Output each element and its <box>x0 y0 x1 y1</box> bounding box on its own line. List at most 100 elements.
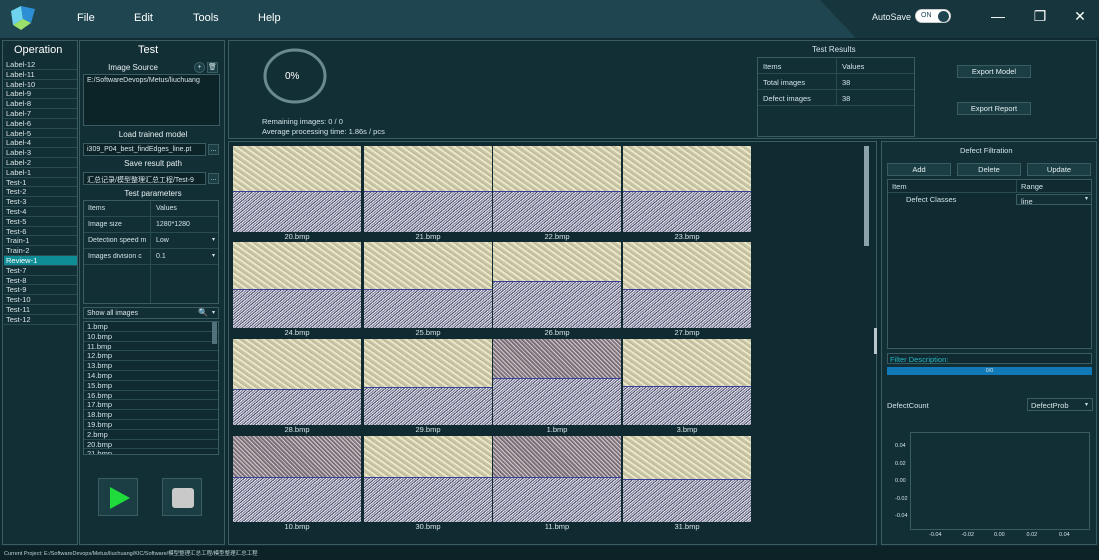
save-path-input[interactable]: 汇总记录/模型整理汇总工程/Test-9 <box>83 172 206 185</box>
operation-item[interactable]: Test-8 <box>4 276 77 286</box>
gallery-thumbnail[interactable] <box>364 436 492 522</box>
image-list-item[interactable]: 20.bmp <box>84 440 218 450</box>
model-path-input[interactable]: i309_P04_best_findEdges_line.pt <box>83 143 206 156</box>
operation-item[interactable]: Label-4 <box>4 138 77 149</box>
image-list-item[interactable]: 11.bmp <box>84 342 218 352</box>
operation-item[interactable]: Test-9 <box>4 285 77 296</box>
image-list-item[interactable]: 13.bmp <box>84 361 218 371</box>
image-list-item[interactable]: 21.bmp <box>84 449 218 454</box>
restore-button[interactable]: ❐ <box>1030 8 1050 26</box>
image-list-item[interactable]: 1.bmp <box>84 322 218 332</box>
chevron-down-icon[interactable]: ▾ <box>1085 195 1088 202</box>
chevron-down-icon[interactable]: ▾ <box>212 252 215 259</box>
operation-item[interactable]: Train-2 <box>4 246 77 256</box>
panel-splitter[interactable] <box>874 328 877 354</box>
update-filter-button[interactable]: Update <box>1027 163 1091 176</box>
results-header-values: Values <box>836 58 869 73</box>
stop-test-button[interactable] <box>162 478 202 516</box>
menu-tools[interactable]: Tools <box>193 12 219 24</box>
operation-item[interactable]: Label-12 <box>4 60 77 70</box>
close-button[interactable]: ✕ <box>1070 8 1090 26</box>
operation-item[interactable]: Test-1 <box>4 178 77 188</box>
image-list-item[interactable]: 16.bmp <box>84 391 218 401</box>
defect-class-select[interactable]: line <box>1016 194 1092 206</box>
operation-item[interactable]: Test-5 <box>4 217 77 227</box>
image-list-item[interactable]: 2.bmp <box>84 430 218 440</box>
operation-item[interactable]: Label-1 <box>4 168 77 178</box>
test-params-label: Test parameters <box>124 189 182 198</box>
start-test-button[interactable] <box>98 478 138 516</box>
detection-speed-select[interactable]: Low <box>150 233 220 248</box>
operation-item[interactable]: Test-2 <box>4 187 77 198</box>
gallery-thumbnail[interactable] <box>493 146 621 232</box>
gallery-thumbnail[interactable] <box>623 242 751 328</box>
defect-line-marker <box>364 387 492 388</box>
operation-item[interactable]: Label-6 <box>4 119 77 129</box>
operation-item[interactable]: Label-3 <box>4 148 77 158</box>
gallery-thumbnail[interactable] <box>364 339 492 425</box>
chevron-down-icon[interactable]: ▾ <box>1085 401 1088 408</box>
browse-save-button[interactable]: ... <box>208 173 219 184</box>
autosave-toggle[interactable]: ON <box>915 9 951 23</box>
export-report-button[interactable]: Export Report <box>957 102 1031 115</box>
browse-model-button[interactable]: ... <box>208 144 219 155</box>
delete-source-icon[interactable]: 🗑 <box>207 62 218 73</box>
menu-help[interactable]: Help <box>258 12 281 24</box>
operation-item[interactable]: Test-10 <box>4 295 77 305</box>
gallery-thumbnail[interactable] <box>233 242 361 328</box>
gallery-thumbnail[interactable] <box>233 339 361 425</box>
gallery-thumbnail[interactable] <box>623 146 751 232</box>
operation-item[interactable]: Label-10 <box>4 80 77 90</box>
thumbnail-upper-region <box>493 339 621 378</box>
thumbnail-lower-region <box>364 477 492 522</box>
minimize-button[interactable]: — <box>988 8 1008 26</box>
operation-item[interactable]: Test-12 <box>4 315 77 325</box>
operation-item[interactable]: Label-7 <box>4 109 77 119</box>
add-filter-button[interactable]: Add <box>887 163 951 176</box>
gallery-thumbnail[interactable] <box>364 242 492 328</box>
image-list-item[interactable]: 15.bmp <box>84 381 218 391</box>
image-list-item[interactable]: 12.bmp <box>84 351 218 362</box>
add-source-icon[interactable]: + <box>194 62 205 73</box>
search-icon[interactable]: 🔍 <box>198 308 208 317</box>
thumbnail-lower-region <box>233 289 361 328</box>
images-division-select[interactable]: 0.1 <box>150 249 220 264</box>
image-list-item[interactable]: 17.bmp <box>84 400 218 411</box>
gallery-thumbnail[interactable] <box>493 436 621 522</box>
image-list-item[interactable]: 14.bmp <box>84 371 218 381</box>
image-list-item[interactable]: 10.bmp <box>84 332 218 342</box>
operation-item[interactable]: Test-6 <box>4 227 77 237</box>
image-list-item[interactable]: 18.bmp <box>84 410 218 420</box>
image-list-item[interactable]: 19.bmp <box>84 420 218 430</box>
operation-item[interactable]: Test-3 <box>4 197 77 207</box>
chevron-down-icon[interactable]: ▾ <box>212 236 215 243</box>
image-size-value[interactable]: 1280*1280 <box>150 217 220 232</box>
menu-file[interactable]: File <box>77 12 95 24</box>
gallery-thumbnail[interactable] <box>493 339 621 425</box>
gallery-thumbnail[interactable] <box>623 436 751 522</box>
gallery-thumbnail[interactable] <box>623 339 751 425</box>
operation-item[interactable]: Test-4 <box>4 207 77 217</box>
operation-item[interactable]: Label-2 <box>4 158 77 168</box>
operation-item[interactable]: Label-11 <box>4 70 77 80</box>
operation-item[interactable]: Label-8 <box>4 99 77 109</box>
defect-prob-select[interactable]: DefectProb <box>1027 398 1093 411</box>
image-source-input[interactable]: E:/SoftwareDevops/Metus/liuchuang <box>83 74 220 126</box>
delete-filter-button[interactable]: Delete <box>957 163 1021 176</box>
menu-edit[interactable]: Edit <box>134 12 153 24</box>
operation-item[interactable]: Review-1 <box>4 255 77 266</box>
gallery-thumbnail[interactable] <box>364 146 492 232</box>
gallery-thumbnail[interactable] <box>233 146 361 232</box>
image-list-scrollbar[interactable] <box>212 322 217 344</box>
operation-item[interactable]: Train-1 <box>4 236 77 247</box>
operation-item[interactable]: Test-11 <box>4 305 77 315</box>
chevron-down-icon[interactable]: ▾ <box>212 309 215 316</box>
gallery-scrollbar[interactable] <box>864 146 869 246</box>
operation-item[interactable]: Label-9 <box>4 89 77 100</box>
operation-item[interactable]: Label-5 <box>4 129 77 139</box>
gallery-thumbnail[interactable] <box>233 436 361 522</box>
operation-item[interactable]: Test-7 <box>4 266 77 276</box>
export-model-button[interactable]: Export Model <box>957 65 1031 78</box>
app-logo-icon <box>11 6 35 30</box>
gallery-thumbnail[interactable] <box>493 242 621 328</box>
